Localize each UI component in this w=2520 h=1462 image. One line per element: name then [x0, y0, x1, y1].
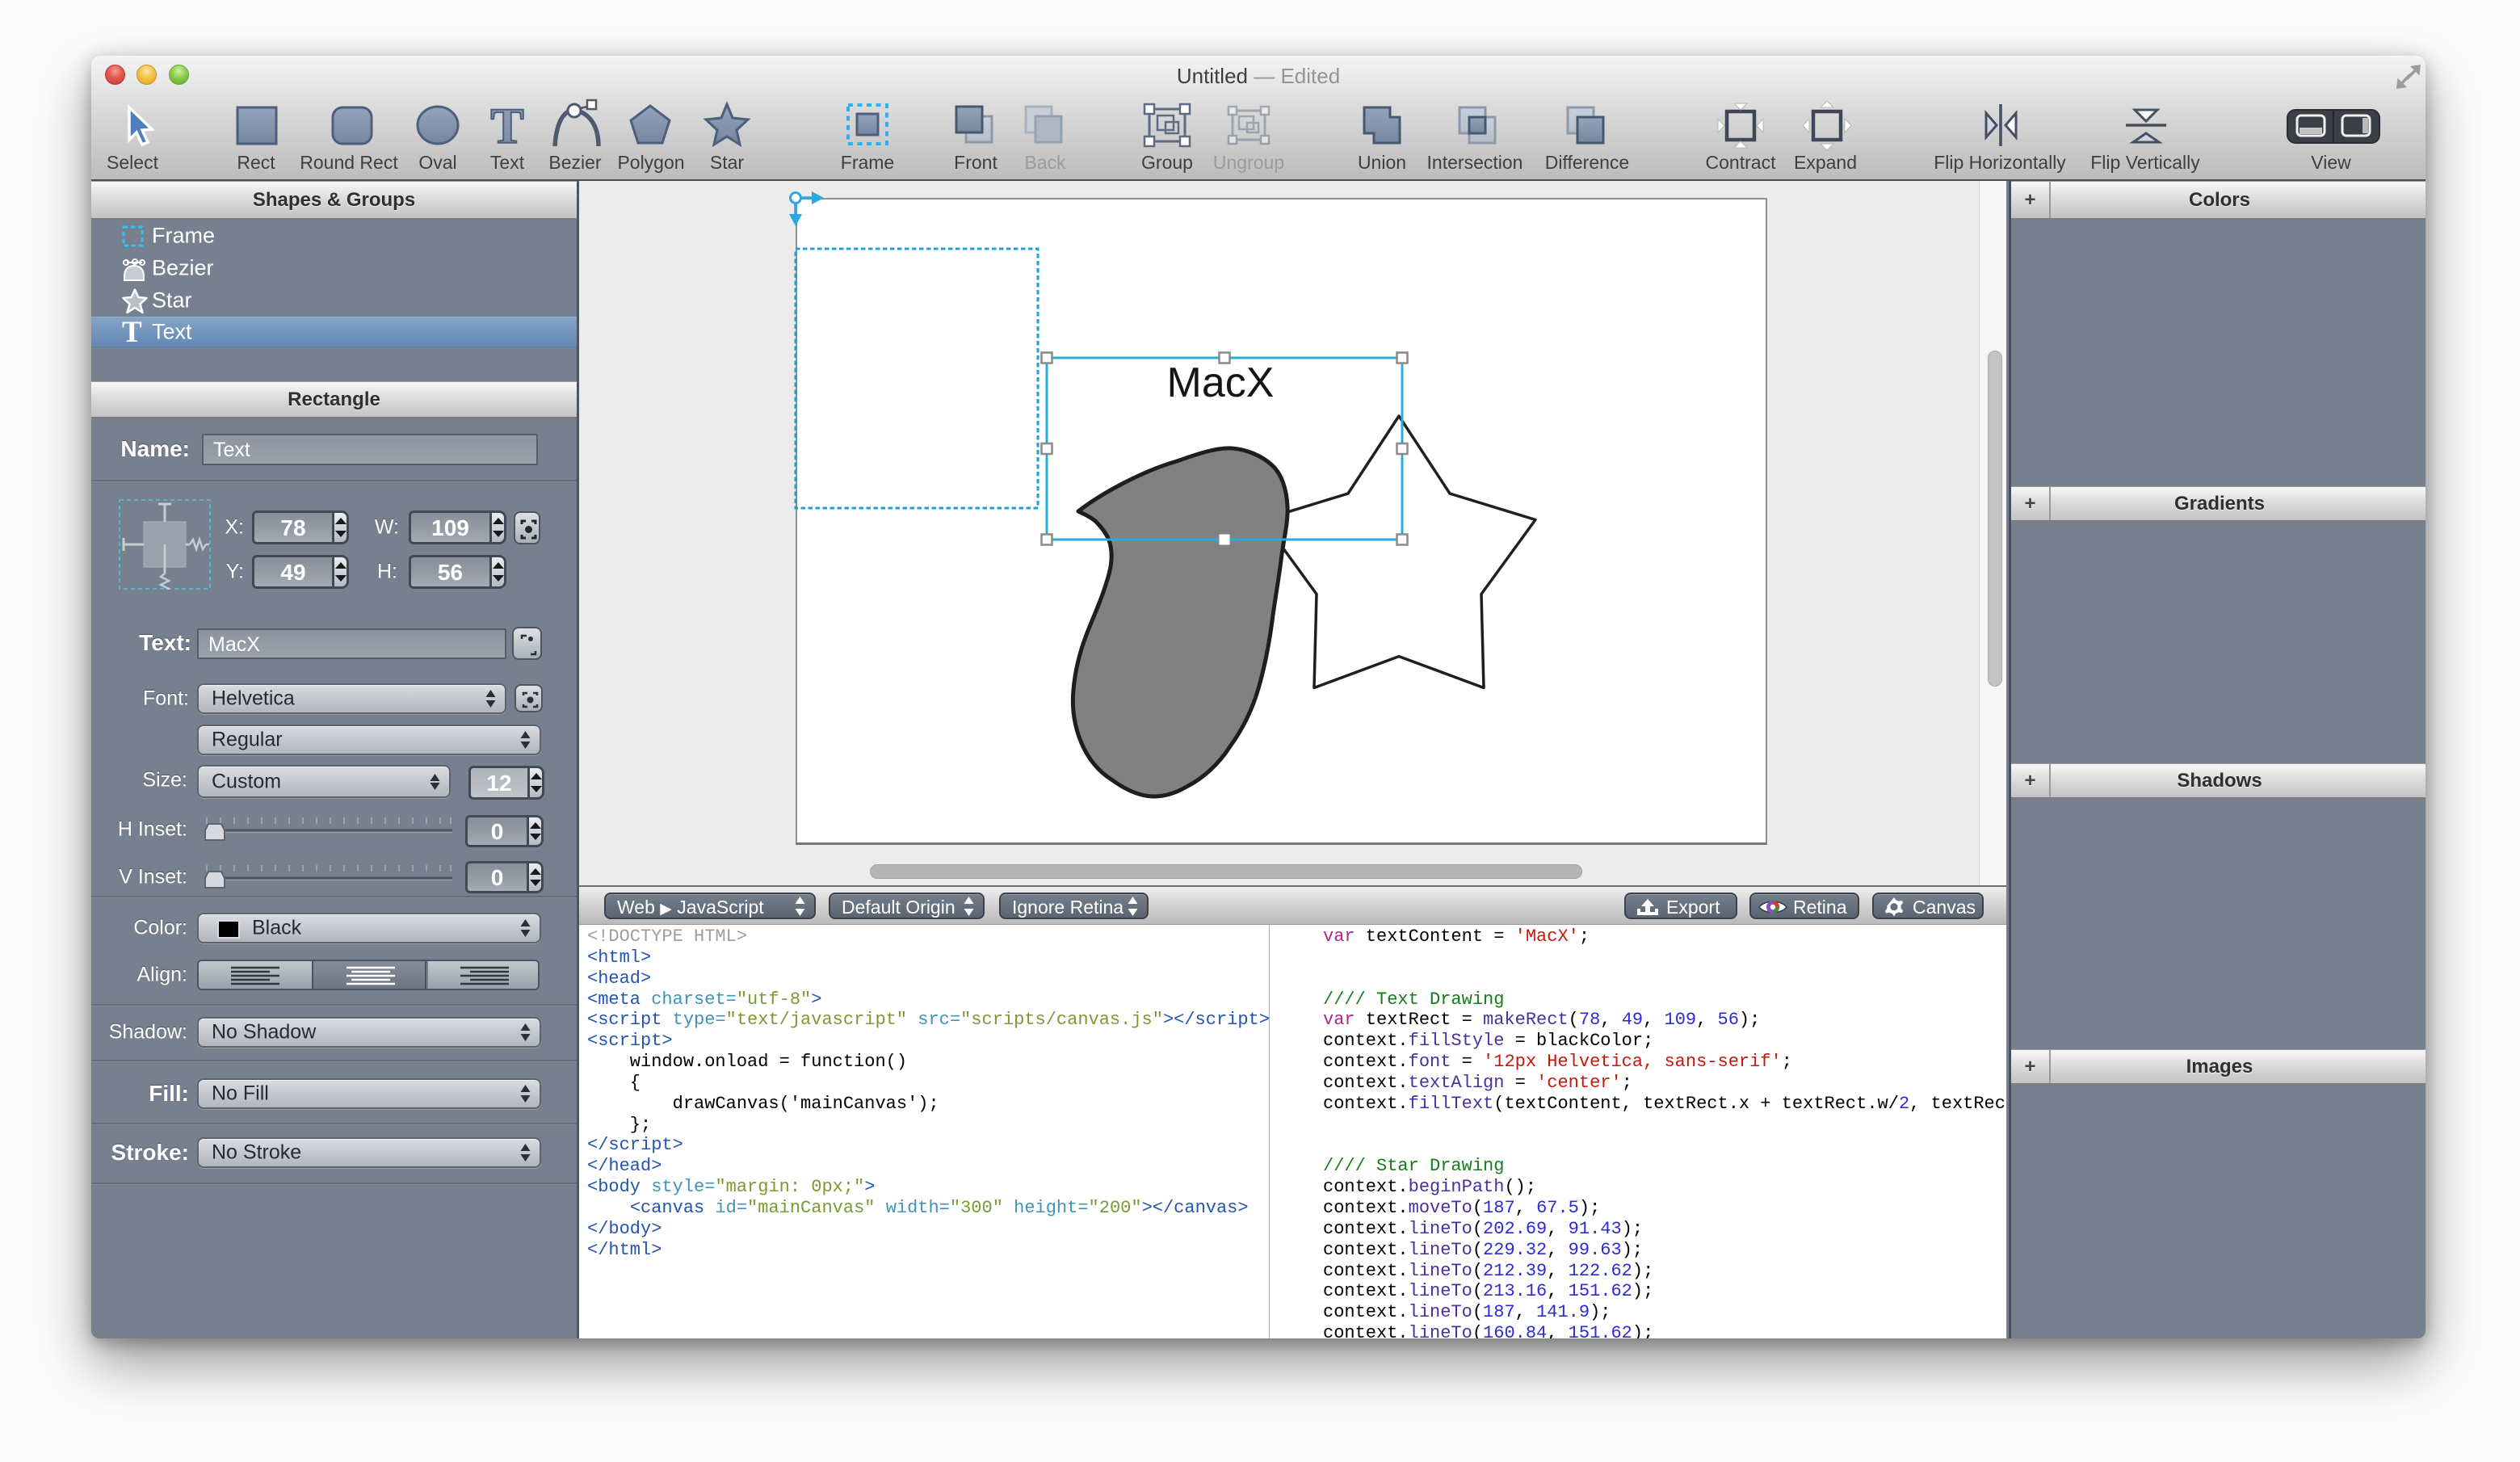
- svg-text:T: T: [490, 99, 523, 154]
- svg-text:MacX: MacX: [1167, 359, 1275, 406]
